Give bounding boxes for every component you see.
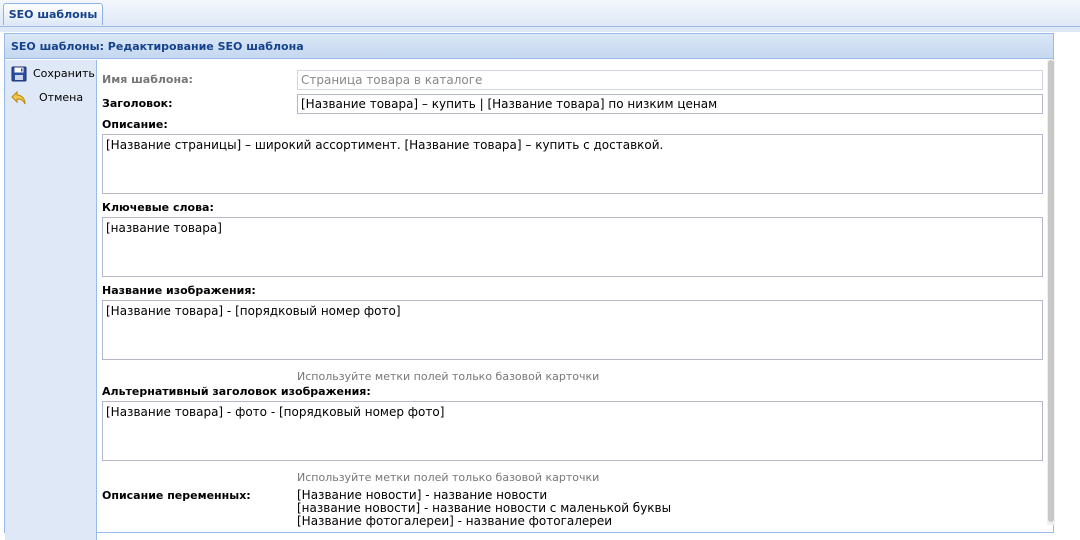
save-button[interactable]: Сохранить [11, 64, 95, 84]
cancel-button-label: Отмена [39, 91, 84, 104]
variables-list: [Название новости] - название новости [н… [297, 489, 671, 528]
keywords-label: Ключевые слова: [102, 201, 214, 214]
description-label: Описание: [102, 118, 168, 131]
template-name-label: Имя шаблона: [102, 73, 193, 86]
image-alt-label: Альтернативный заголовок изображения: [102, 385, 371, 398]
variables-label: Описание переменных: [102, 489, 251, 502]
side-toolbar: Сохранить Отмена [5, 60, 97, 540]
image-name-textarea[interactable]: [Название товара] - [порядковый номер фо… [102, 300, 1043, 360]
tab-seo-templates[interactable]: SEO шаблоны [3, 3, 103, 25]
heading-field[interactable]: [Название товара] – купить | [Название т… [297, 94, 1043, 114]
variable-line: [Название фотогалереи] - название фотога… [297, 514, 613, 528]
cancel-button[interactable]: Отмена [11, 88, 91, 108]
edit-panel: SEO шаблоны: Редактирование SEO шаблона … [4, 33, 1054, 540]
image-name-label: Название изображения: [102, 284, 256, 297]
undo-arrow-icon [11, 90, 27, 106]
image-alt-textarea[interactable]: [Название товара] - фото - [порядковый н… [102, 401, 1043, 461]
scrollbar-thumb[interactable] [1048, 60, 1054, 522]
image-name-hint: Используйте метки полей только базовой к… [297, 370, 600, 383]
vertical-scrollbar[interactable] [1047, 60, 1055, 525]
seo-form: Имя шаблона: Страница товара в каталоге … [97, 60, 1047, 540]
floppy-disk-icon [11, 66, 27, 82]
description-textarea[interactable]: [Название страницы] – широкий ассортимен… [102, 134, 1043, 194]
panel-title: SEO шаблоны: Редактирование SEO шаблона [5, 34, 1053, 59]
image-alt-hint: Используйте метки полей только базовой к… [297, 471, 600, 484]
save-button-label: Сохранить [33, 67, 95, 80]
keywords-textarea[interactable]: [название товара] [102, 217, 1043, 277]
heading-label: Заголовок: [102, 97, 173, 110]
template-name-field[interactable]: Страница товара в каталоге [297, 70, 1043, 90]
tab-strip-body [0, 27, 1080, 32]
tab-strip: SEO шаблоны [0, 0, 1080, 27]
